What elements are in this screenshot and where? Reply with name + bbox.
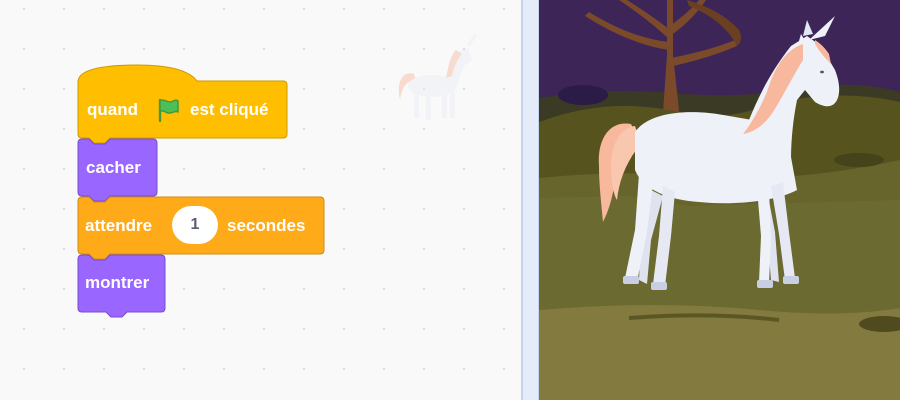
stage[interactable] <box>539 0 900 400</box>
hide-block[interactable]: cacher <box>77 138 159 202</box>
pond <box>558 85 608 105</box>
block-text-cacher: cacher <box>86 158 141 177</box>
block-text-quand: quand <box>87 100 138 119</box>
block-text-montrer: montrer <box>85 273 150 292</box>
show-block[interactable]: montrer <box>77 254 167 322</box>
workspace-stage-divider <box>521 0 539 400</box>
block-text-attendre: attendre <box>85 216 153 235</box>
wait-seconds-block[interactable]: attendre 1 secondes <box>77 196 327 260</box>
block-text-secondes: secondes <box>227 216 306 235</box>
sprite-watermark-unicorn <box>392 26 484 126</box>
block-text-est-clique: est cliqué <box>190 100 269 119</box>
wait-seconds-input[interactable]: 1 <box>172 206 218 244</box>
when-flag-clicked-block[interactable]: quand est cliqué <box>77 64 289 144</box>
code-workspace[interactable]: quand est cliqué cacher attendre 1 secon… <box>0 0 521 400</box>
